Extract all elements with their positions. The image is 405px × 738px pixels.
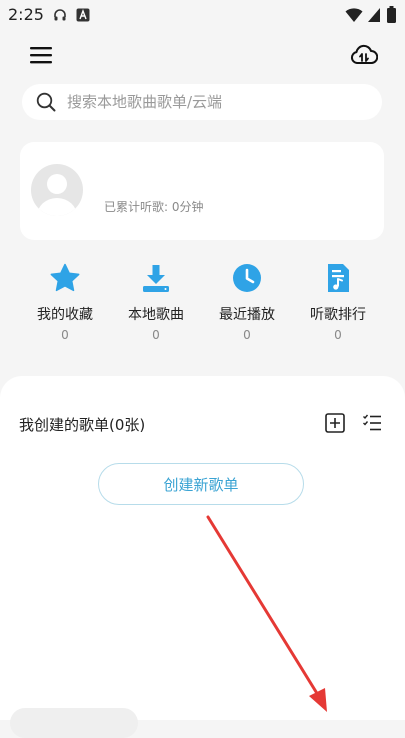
search-bar[interactable] — [22, 84, 382, 120]
quick-action-count: 0 — [61, 328, 69, 342]
create-playlist-button[interactable]: 创建新歌单 — [98, 463, 304, 505]
ranking-icon — [328, 264, 349, 292]
status-time: 2:25 — [8, 5, 44, 24]
cellular-signal-icon — [368, 8, 380, 22]
quick-action-label: 本地歌曲 — [128, 307, 184, 323]
listen-time-text: 已累计听歌: 0分钟 — [104, 200, 204, 214]
clock-icon — [233, 264, 261, 292]
default-avatar-icon — [37, 174, 77, 216]
quick-action-label: 听歌排行 — [310, 307, 366, 323]
status-bar: 2:25 — [0, 0, 405, 30]
quick-action-label: 最近播放 — [219, 307, 275, 323]
headphones-icon — [54, 9, 66, 21]
notification-a-icon — [76, 8, 90, 22]
quick-action-count: 0 — [152, 328, 160, 342]
battery-icon — [387, 6, 396, 23]
manage-playlists-icon[interactable] — [362, 413, 382, 433]
bottom-bar-item[interactable] — [10, 708, 138, 738]
quick-action-count: 0 — [243, 328, 251, 342]
menu-icon[interactable] — [30, 46, 52, 64]
star-icon — [50, 263, 80, 292]
avatar[interactable] — [31, 164, 83, 216]
add-playlist-icon[interactable] — [325, 413, 345, 433]
quick-action-ranking[interactable]: 听歌排行 0 — [298, 262, 378, 352]
search-icon — [36, 92, 56, 112]
quick-action-count: 0 — [334, 328, 342, 342]
my-playlists-title: 我创建的歌单(0张) — [19, 416, 146, 434]
wifi-icon — [345, 8, 363, 22]
download-icon — [143, 265, 169, 292]
quick-action-local-songs[interactable]: 本地歌曲 0 — [116, 262, 196, 352]
cloud-sync-icon[interactable] — [350, 44, 378, 68]
quick-action-label: 我的收藏 — [37, 307, 93, 323]
quick-action-recent[interactable]: 最近播放 0 — [207, 262, 287, 352]
quick-action-favorites[interactable]: 我的收藏 0 — [25, 262, 105, 352]
search-input[interactable] — [67, 84, 367, 120]
profile-card[interactable]: 已累计听歌: 0分钟 — [20, 142, 384, 240]
playlist-sheet: 我创建的歌单(0张) 创建新歌单 — [0, 376, 405, 720]
